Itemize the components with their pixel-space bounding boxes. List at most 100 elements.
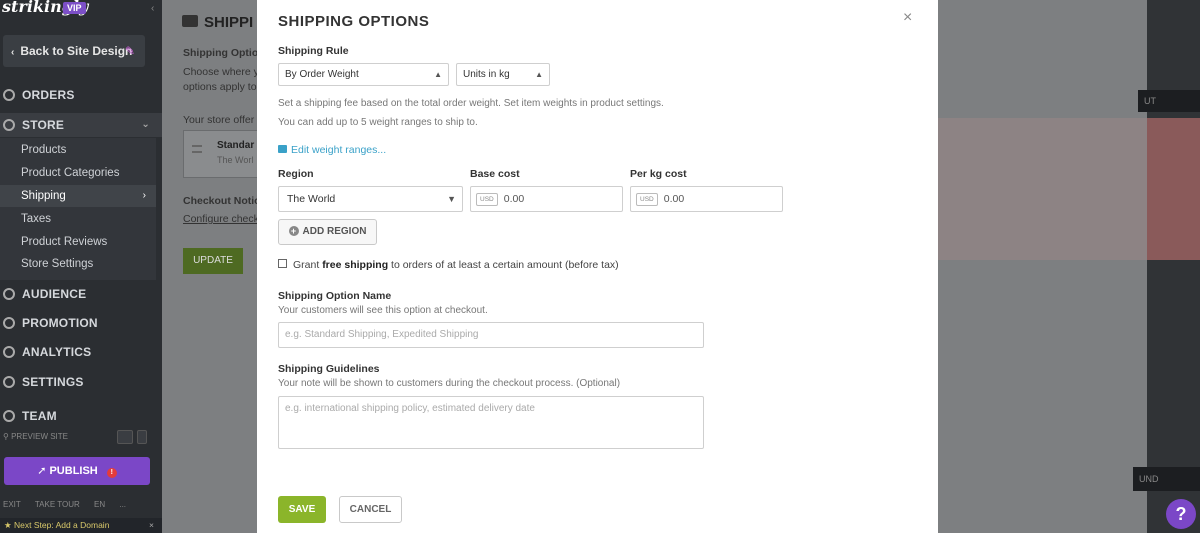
region-label: Region: [278, 168, 314, 180]
nav-promotion-label: PROMOTION: [22, 316, 98, 330]
nav-promotion[interactable]: PROMOTION: [0, 311, 162, 335]
updown-arrow-icon: ▲: [434, 70, 442, 79]
nav-orders[interactable]: ORDERS: [0, 83, 162, 107]
region-value: The World: [287, 193, 336, 205]
base-cost-input[interactable]: USD 0.00: [470, 186, 623, 212]
help-button[interactable]: ?: [1166, 499, 1196, 529]
publish-button[interactable]: ➚ PUBLISH !: [4, 457, 150, 485]
nav-audience[interactable]: AUDIENCE: [0, 282, 162, 306]
preview-site-row: ⚲ PREVIEW SITE: [3, 430, 157, 446]
sidebar-item-shipping[interactable]: Shipping ›: [0, 185, 156, 207]
preview-toolbar-bottom: UND: [1133, 467, 1200, 491]
shipping-rule-help-line2: You can add up to 5 weight ranges to shi…: [278, 117, 478, 128]
analytics-icon: [3, 346, 15, 358]
shipping-rule-help-line1: Set a shipping fee based on the total or…: [278, 98, 664, 109]
team-icon: [3, 410, 15, 422]
edit-weight-ranges-label: Edit weight ranges...: [291, 144, 387, 156]
preview-section-accent: [1147, 118, 1200, 260]
option-name-label: Shipping Option Name: [278, 290, 392, 302]
shipping-rule-select[interactable]: By Order Weight ▲: [278, 63, 449, 86]
edit-box-icon: [278, 145, 287, 153]
back-to-site-design-button[interactable]: ‹ Back to Site Design ✎: [3, 35, 145, 67]
exit-link[interactable]: EXIT: [3, 500, 21, 509]
next-step-label: Next Step: Add a Domain: [13, 520, 110, 530]
shipping-page-background: SHIPPI Shipping Optio Choose where y opt…: [162, 0, 257, 533]
free-shipping-suffix: to orders of at least a certain amount (…: [388, 259, 619, 271]
next-step-bar[interactable]: ★ Next Step: Add a Domain ×: [0, 518, 162, 533]
close-icon[interactable]: ×: [149, 518, 154, 533]
shipping-options-modal: SHIPPING OPTIONS × Shipping Rule By Orde…: [257, 0, 938, 533]
shipping-options-heading: Shipping Optio: [183, 47, 257, 59]
configure-checkout-link[interactable]: Configure check: [183, 213, 257, 225]
vip-badge: VIP: [63, 2, 86, 14]
design-icon: ✎: [124, 44, 135, 58]
sidebar-item-taxes[interactable]: Taxes: [0, 208, 156, 230]
mobile-preview-icon[interactable]: [137, 430, 147, 444]
nav-team-label: TEAM: [22, 409, 57, 423]
guidelines-textarea[interactable]: e.g. international shipping policy, esti…: [278, 396, 704, 449]
add-region-button[interactable]: + ADD REGION: [278, 219, 377, 245]
shipping-rule-label: Shipping Rule: [278, 45, 349, 57]
publish-alert-badge: !: [106, 468, 117, 478]
store-offers-text: Your store offer: [183, 114, 255, 126]
sidebar: strikingly VIP ‹ ‹ Back to Site Design ✎ …: [0, 0, 162, 533]
collapse-sidebar-icon[interactable]: ‹: [151, 3, 154, 14]
free-shipping-row: Grant free shipping to orders of at leas…: [278, 259, 619, 271]
nav-analytics-label: ANALYTICS: [22, 345, 92, 359]
save-button[interactable]: SAVE: [278, 496, 326, 523]
preview-device-toggles: [113, 430, 147, 446]
per-kg-cost-value: 0.00: [663, 193, 685, 205]
weight-unit-select[interactable]: Units in kg ▲: [456, 63, 550, 86]
logo-row: strikingly VIP ‹: [0, 0, 162, 22]
update-button[interactable]: UPDATE: [183, 248, 243, 274]
truck-icon: [182, 15, 198, 27]
nav-team[interactable]: TEAM: [0, 404, 162, 428]
currency-tag: USD: [476, 192, 498, 206]
chevron-right-icon: ›: [142, 190, 146, 201]
per-kg-cost-input[interactable]: USD 0.00: [630, 186, 783, 212]
shipping-desc-line2: options apply to: [183, 81, 257, 93]
modal-title: SHIPPING OPTIONS: [278, 13, 430, 30]
region-select[interactable]: The World ▼: [278, 186, 463, 212]
chevron-down-icon: ▼: [447, 194, 456, 204]
shipping-option-card[interactable]: Standar The Worl: [183, 130, 257, 178]
edit-weight-ranges-link[interactable]: Edit weight ranges...: [278, 144, 386, 156]
guidelines-label: Shipping Guidelines: [278, 363, 380, 375]
language-link[interactable]: EN: [94, 500, 105, 509]
sidebar-item-products[interactable]: Products: [0, 139, 156, 161]
free-shipping-bold: free shipping: [322, 259, 389, 271]
cancel-button[interactable]: CANCEL: [339, 496, 402, 523]
preview-section: [938, 118, 1147, 260]
close-icon[interactable]: ×: [903, 9, 912, 27]
preview-site-link[interactable]: PREVIEW SITE: [11, 432, 68, 441]
nav-store[interactable]: STORE ⌄: [0, 113, 162, 137]
page-title: SHIPPI: [182, 14, 253, 31]
shipping-rule-value: By Order Weight: [285, 69, 359, 80]
sidebar-item-product-categories[interactable]: Product Categories: [0, 162, 156, 184]
desktop-preview-icon[interactable]: [117, 430, 133, 444]
sidebar-item-product-reviews[interactable]: Product Reviews: [0, 231, 156, 253]
option-name-input[interactable]: e.g. Standard Shipping, Expedited Shippi…: [278, 322, 704, 348]
base-cost-label: Base cost: [470, 168, 520, 180]
take-tour-link[interactable]: TAKE TOUR: [35, 500, 80, 509]
audience-icon: [3, 288, 15, 300]
star-icon: ★: [4, 520, 14, 530]
nav-orders-label: ORDERS: [22, 88, 75, 102]
preview-dark-strip: [1147, 0, 1200, 533]
shipping-desc-line1: Choose where y: [183, 66, 257, 78]
plus-icon: +: [288, 226, 299, 236]
orders-icon: [3, 89, 15, 101]
gear-icon: [3, 376, 15, 388]
card-title: Standar: [217, 140, 255, 151]
nav-settings[interactable]: SETTINGS: [0, 370, 162, 394]
free-shipping-checkbox[interactable]: [278, 259, 287, 268]
chevron-down-icon: ⌄: [141, 119, 150, 130]
sidebar-item-store-settings[interactable]: Store Settings: [0, 253, 156, 275]
nav-analytics[interactable]: ANALYTICS: [0, 340, 162, 364]
more-menu-icon[interactable]: ...: [119, 500, 126, 509]
weight-unit-value: Units in kg: [463, 69, 510, 80]
search-icon: ⚲: [3, 432, 9, 441]
store-icon: [3, 119, 15, 131]
nav-audience-label: AUDIENCE: [22, 287, 87, 301]
guidelines-help: Your note will be shown to customers dur…: [278, 378, 621, 389]
